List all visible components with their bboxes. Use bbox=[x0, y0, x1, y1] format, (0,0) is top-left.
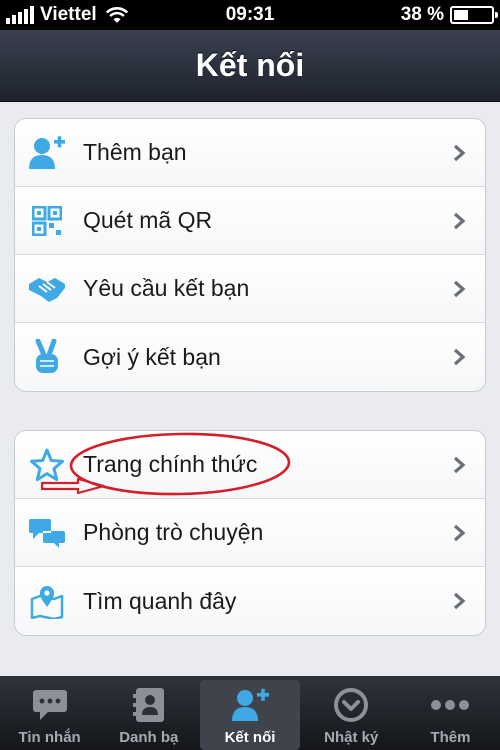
menu-item-label: Trang chính thức bbox=[83, 451, 258, 477]
nav-header: Kết nối bbox=[0, 30, 500, 102]
diary-icon bbox=[331, 685, 371, 725]
menu-item-add-friend[interactable]: Thêm bạn bbox=[15, 119, 485, 187]
battery-icon bbox=[450, 6, 498, 24]
add-friend-icon bbox=[27, 133, 67, 173]
chevron-right-icon bbox=[453, 280, 466, 297]
message-icon bbox=[30, 685, 70, 725]
battery-percent: 38 % bbox=[400, 4, 444, 25]
tab-contacts[interactable]: Danh bạ bbox=[99, 676, 198, 750]
menu-item-friend-requests[interactable]: Yêu cầu kết bạn bbox=[15, 255, 485, 323]
chevron-right-icon bbox=[453, 524, 466, 541]
tab-bar: Tin nhắn Danh bạ Kết nối Nhật ký Thêm bbox=[0, 676, 500, 750]
menu-item-label: Yêu cầu kết bạn bbox=[83, 275, 250, 301]
victory-hand-icon bbox=[27, 337, 67, 377]
tab-messages[interactable]: Tin nhắn bbox=[0, 676, 99, 750]
menu-group-connect: Thêm bạn Quét mã QR Yêu cầu kết bạn Gợi … bbox=[14, 118, 486, 392]
menu-item-label: Tìm quanh đây bbox=[83, 587, 237, 614]
connect-icon bbox=[230, 685, 270, 725]
menu-item-label: Gợi ý kết bạn bbox=[83, 343, 221, 370]
page-title: Kết nối bbox=[195, 47, 305, 83]
menu-item-nearby[interactable]: Tìm quanh đây bbox=[15, 567, 485, 635]
map-pin-icon bbox=[27, 581, 67, 621]
more-icon bbox=[430, 685, 470, 725]
chat-rooms-icon bbox=[27, 513, 67, 553]
tab-label: Thêm bbox=[430, 729, 471, 746]
menu-item-label: Quét mã QR bbox=[83, 207, 213, 233]
chevron-right-icon bbox=[453, 144, 466, 161]
tab-more[interactable]: Thêm bbox=[401, 676, 500, 750]
tab-label: Kết nối bbox=[224, 729, 276, 746]
tab-label: Tin nhắn bbox=[18, 729, 81, 746]
star-icon bbox=[27, 445, 67, 485]
menu-item-label: Thêm bạn bbox=[83, 139, 187, 165]
status-bar: Viettel 09:31 38 % bbox=[0, 0, 500, 30]
tab-connect[interactable]: Kết nối bbox=[200, 680, 300, 750]
menu-item-label: Phòng trò chuyện bbox=[83, 519, 264, 545]
battery-level bbox=[454, 10, 468, 20]
tab-label: Nhật ký bbox=[324, 729, 379, 746]
contacts-icon bbox=[129, 685, 169, 725]
chevron-right-icon bbox=[453, 212, 466, 229]
chevron-right-icon bbox=[453, 456, 466, 473]
menu-item-scan-qr[interactable]: Quét mã QR bbox=[15, 187, 485, 255]
chevron-right-icon bbox=[453, 592, 466, 610]
menu-item-chat-rooms[interactable]: Phòng trò chuyện bbox=[15, 499, 485, 567]
menu-group-discover: Trang chính thức Phòng trò chuyện Tìm qu… bbox=[14, 430, 486, 636]
handshake-icon bbox=[27, 269, 67, 309]
tab-label: Danh bạ bbox=[119, 729, 179, 746]
tab-diary[interactable]: Nhật ký bbox=[302, 676, 401, 750]
chevron-right-icon bbox=[453, 348, 466, 366]
menu-item-friend-suggestions[interactable]: Gợi ý kết bạn bbox=[15, 323, 485, 391]
qr-code-icon bbox=[27, 201, 67, 241]
menu-item-official-pages[interactable]: Trang chính thức bbox=[15, 431, 485, 499]
